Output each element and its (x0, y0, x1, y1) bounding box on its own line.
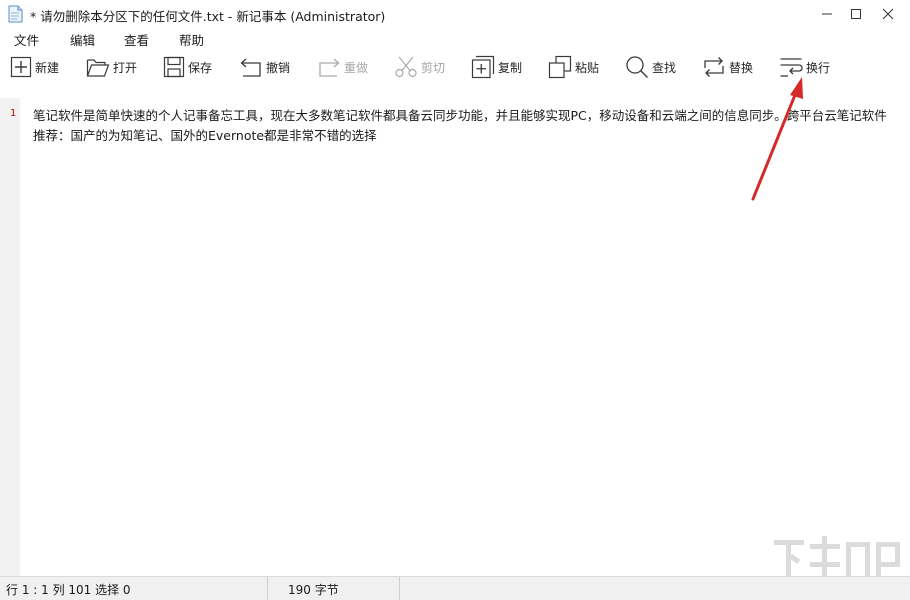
notepad-app-icon (7, 5, 23, 23)
replace-icon (704, 57, 724, 77)
maximize-icon (851, 9, 861, 19)
open-button[interactable]: 打开 (86, 50, 137, 84)
editor-area[interactable]: 1 笔记软件是简单快速的个人记事备忘工具，现在大多数笔记软件都具备云同步功能，并… (0, 98, 910, 576)
copy-button[interactable]: 复制 (471, 50, 522, 84)
menu-edit[interactable]: 编辑 (70, 30, 95, 49)
menu-view[interactable]: 查看 (124, 30, 149, 49)
paste-icon (548, 55, 572, 79)
status-divider (399, 577, 400, 600)
paste-button[interactable]: 粘贴 (548, 50, 599, 84)
title-bar: * 请勿删除本分区下的任何文件.txt - 新记事本 (Administrato… (0, 0, 910, 28)
menu-bar: 文件 编辑 查看 帮助 (0, 28, 910, 48)
find-button[interactable]: 查找 (625, 50, 676, 84)
close-icon (882, 8, 894, 20)
redo-button[interactable]: 重做 (317, 50, 368, 84)
status-bar: 行 1 : 1 列 101 选择 0 190 字节 (0, 576, 910, 600)
cut-button[interactable]: 剪切 (394, 50, 445, 84)
replace-button[interactable]: 替换 (702, 50, 753, 84)
copy-icon (471, 55, 495, 79)
window-title: * 请勿删除本分区下的任何文件.txt - 新记事本 (Administrato… (30, 9, 386, 24)
folder-open-icon (86, 59, 110, 77)
maximize-button[interactable] (841, 0, 871, 28)
byte-count: 190 字节 (288, 583, 339, 597)
word-wrap-button[interactable]: 换行 (779, 50, 830, 84)
new-icon (10, 56, 32, 78)
line-number-gutter: 1 (0, 98, 20, 576)
editor-text[interactable]: 笔记软件是简单快速的个人记事备忘工具，现在大多数笔记软件都具备云同步功能，并且能… (33, 106, 893, 146)
line-number: 1 (10, 108, 17, 119)
search-icon (626, 56, 648, 78)
cursor-position: 行 1 : 1 列 101 选择 0 (6, 583, 131, 597)
word-wrap-icon (780, 58, 803, 77)
save-icon (163, 56, 185, 78)
save-button[interactable]: 保存 (163, 50, 212, 84)
status-divider (267, 577, 268, 600)
scissors-icon (395, 56, 417, 78)
minimize-button[interactable] (812, 0, 842, 28)
close-button[interactable] (873, 0, 903, 28)
minimize-icon (822, 13, 832, 15)
new-button[interactable]: 新建 (10, 50, 59, 84)
toolbar: 新建 打开 保存 撤销 重做 剪切 复制 粘贴 查找 替换 换行 (0, 50, 910, 84)
menu-file[interactable]: 文件 (14, 30, 39, 49)
redo-icon (319, 58, 340, 77)
menu-help[interactable]: 帮助 (179, 30, 204, 49)
undo-icon (240, 58, 261, 77)
undo-button[interactable]: 撤销 (239, 50, 290, 84)
